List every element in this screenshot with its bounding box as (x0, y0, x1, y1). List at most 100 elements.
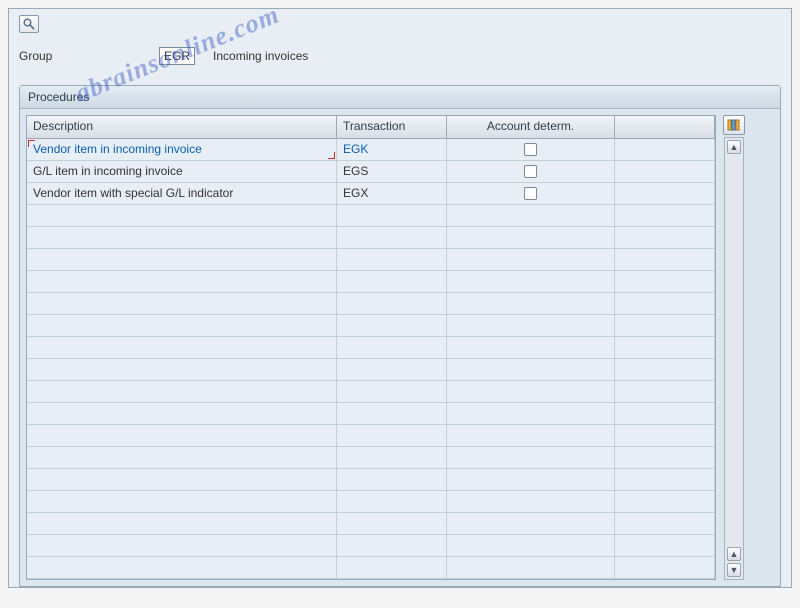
cell-empty (447, 315, 615, 336)
vertical-scrollbar[interactable]: ▲ ▲ ▼ (724, 137, 744, 580)
grid-header: Description Transaction Account determ. (27, 116, 715, 139)
table-row-empty[interactable] (27, 249, 715, 271)
table-row-empty[interactable] (27, 293, 715, 315)
scroll-up-icon[interactable]: ▲ (727, 140, 741, 154)
cell-empty (337, 403, 447, 424)
cell-empty (615, 447, 715, 468)
cell-empty (27, 249, 337, 270)
cell-empty (27, 293, 337, 314)
cell-account-determ[interactable] (447, 139, 615, 160)
table-row-empty[interactable] (27, 359, 715, 381)
cell-empty (337, 337, 447, 358)
procedures-grid: Description Transaction Account determ. … (26, 115, 716, 580)
cell-empty (447, 513, 615, 534)
table-row-empty[interactable] (27, 557, 715, 579)
cell-empty (615, 535, 715, 556)
table-row-empty[interactable] (27, 205, 715, 227)
cell-empty (615, 403, 715, 424)
cell-empty (447, 381, 615, 402)
cell-transaction[interactable]: EGK (337, 139, 447, 160)
scroll-down-stepup-icon[interactable]: ▲ (727, 547, 741, 561)
table-row-empty[interactable] (27, 425, 715, 447)
cell-empty (615, 227, 715, 248)
table-row-empty[interactable] (27, 227, 715, 249)
group-label: Group (19, 49, 159, 63)
configure-columns-button[interactable] (723, 115, 745, 135)
cell-empty (337, 381, 447, 402)
checkbox[interactable] (524, 187, 537, 200)
main-panel: Group EGR Incoming invoices Procedures D… (8, 8, 792, 588)
cell-description[interactable]: Vendor item with special G/L indicator (27, 183, 337, 204)
cell-transaction[interactable]: EGS (337, 161, 447, 182)
cell-empty (615, 513, 715, 534)
table-row-empty[interactable] (27, 513, 715, 535)
col-header-account-determ[interactable]: Account determ. (447, 116, 615, 138)
table-row-empty[interactable] (27, 271, 715, 293)
cell-empty (27, 381, 337, 402)
cell-account-determ[interactable] (447, 183, 615, 204)
table-row-empty[interactable] (27, 447, 715, 469)
cell-empty (27, 271, 337, 292)
cell-empty (337, 315, 447, 336)
table-row-empty[interactable] (27, 491, 715, 513)
cell-empty (337, 227, 447, 248)
col-header-transaction[interactable]: Transaction (337, 116, 447, 138)
cell-description[interactable]: G/L item in incoming invoice (27, 161, 337, 182)
table-row[interactable]: G/L item in incoming invoiceEGS (27, 161, 715, 183)
cell-empty (27, 359, 337, 380)
checkbox[interactable] (524, 165, 537, 178)
checkbox[interactable] (524, 143, 537, 156)
table-row-empty[interactable] (27, 381, 715, 403)
procedures-title: Procedures (20, 86, 780, 109)
cell-empty (27, 205, 337, 226)
col-header-description[interactable]: Description (27, 116, 337, 138)
cell-empty (615, 469, 715, 490)
table-row-empty[interactable] (27, 535, 715, 557)
cell-empty (27, 227, 337, 248)
cell-empty (615, 491, 715, 512)
cell-account-determ[interactable] (447, 161, 615, 182)
procedures-panel: Procedures Description Transaction Accou… (19, 85, 781, 587)
cell-empty (337, 557, 447, 578)
table-row[interactable]: Vendor item in incoming invoiceEGK (27, 139, 715, 161)
cell-empty (447, 337, 615, 358)
grid-body: Vendor item in incoming invoiceEGKG/L it… (27, 139, 715, 579)
cell-empty (337, 425, 447, 446)
table-row[interactable]: Vendor item with special G/L indicatorEG… (27, 183, 715, 205)
scroll-down-icon[interactable]: ▼ (727, 563, 741, 577)
table-row-empty[interactable] (27, 337, 715, 359)
cell-empty (447, 469, 615, 490)
cell-empty (337, 491, 447, 512)
cell-empty (27, 425, 337, 446)
cell-empty (27, 557, 337, 578)
cell-empty (615, 293, 715, 314)
cell-empty (337, 293, 447, 314)
cell-empty (337, 359, 447, 380)
cell-empty (27, 403, 337, 424)
find-icon[interactable] (19, 15, 39, 33)
cell-empty (447, 447, 615, 468)
cell-empty (27, 447, 337, 468)
grid-side-tools: ▲ ▲ ▼ (720, 115, 748, 580)
cell-description[interactable]: Vendor item in incoming invoice (27, 139, 337, 160)
cell-empty (615, 205, 715, 226)
group-row: Group EGR Incoming invoices (9, 47, 791, 85)
toolbar (9, 9, 791, 47)
cell-empty (615, 249, 715, 270)
group-value-field[interactable]: EGR (159, 47, 195, 65)
cell-transaction[interactable]: EGX (337, 183, 447, 204)
cell-empty (615, 557, 715, 578)
cell-empty (337, 469, 447, 490)
cell-empty (27, 491, 337, 512)
cell-empty (27, 337, 337, 358)
cell-empty (615, 381, 715, 402)
cell-empty (337, 205, 447, 226)
cell-empty (27, 535, 337, 556)
cell-empty (447, 271, 615, 292)
table-row-empty[interactable] (27, 315, 715, 337)
table-row-empty[interactable] (27, 403, 715, 425)
table-row-empty[interactable] (27, 469, 715, 491)
cell-empty (337, 447, 447, 468)
cell-empty (447, 249, 615, 270)
cell-blank (615, 139, 715, 160)
